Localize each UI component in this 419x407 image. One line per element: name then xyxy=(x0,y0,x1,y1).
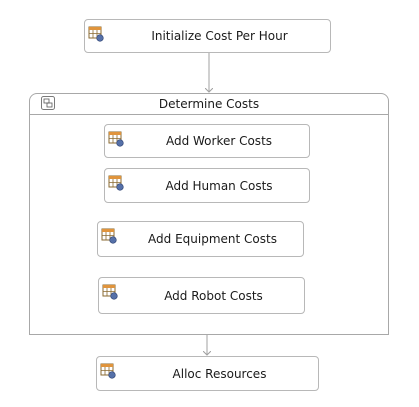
activity-add-equipment-costs[interactable]: Add Equipment Costs xyxy=(97,221,304,257)
activity-label: Add Robot Costs xyxy=(164,288,263,303)
activity-add-worker-costs[interactable]: Add Worker Costs xyxy=(104,124,310,158)
task-table-icon xyxy=(100,363,116,379)
activity-label: Add Worker Costs xyxy=(165,134,273,148)
task-table-icon xyxy=(88,26,104,42)
activity-add-human-costs[interactable]: Add Human Costs xyxy=(104,168,310,203)
activity-label: Initialize Cost Per Hour xyxy=(151,29,288,43)
task-table-icon xyxy=(108,175,124,191)
task-table-icon xyxy=(102,284,118,300)
activity-add-robot-costs[interactable]: Add Robot Costs xyxy=(98,277,305,314)
task-table-icon xyxy=(101,228,117,244)
activity-label: Add Equipment Costs xyxy=(148,232,277,246)
task-table-icon xyxy=(108,131,124,147)
group-title: Determine Costs xyxy=(158,97,260,111)
activity-label: Add Human Costs xyxy=(165,178,273,193)
activity-alloc-resources[interactable]: Alloc Resources xyxy=(96,356,319,391)
activity-initialize-cost-per-hour[interactable]: Initialize Cost Per Hour xyxy=(84,19,331,53)
activity-label: Alloc Resources xyxy=(172,366,267,381)
group-header[interactable]: Determine Costs xyxy=(30,94,388,115)
